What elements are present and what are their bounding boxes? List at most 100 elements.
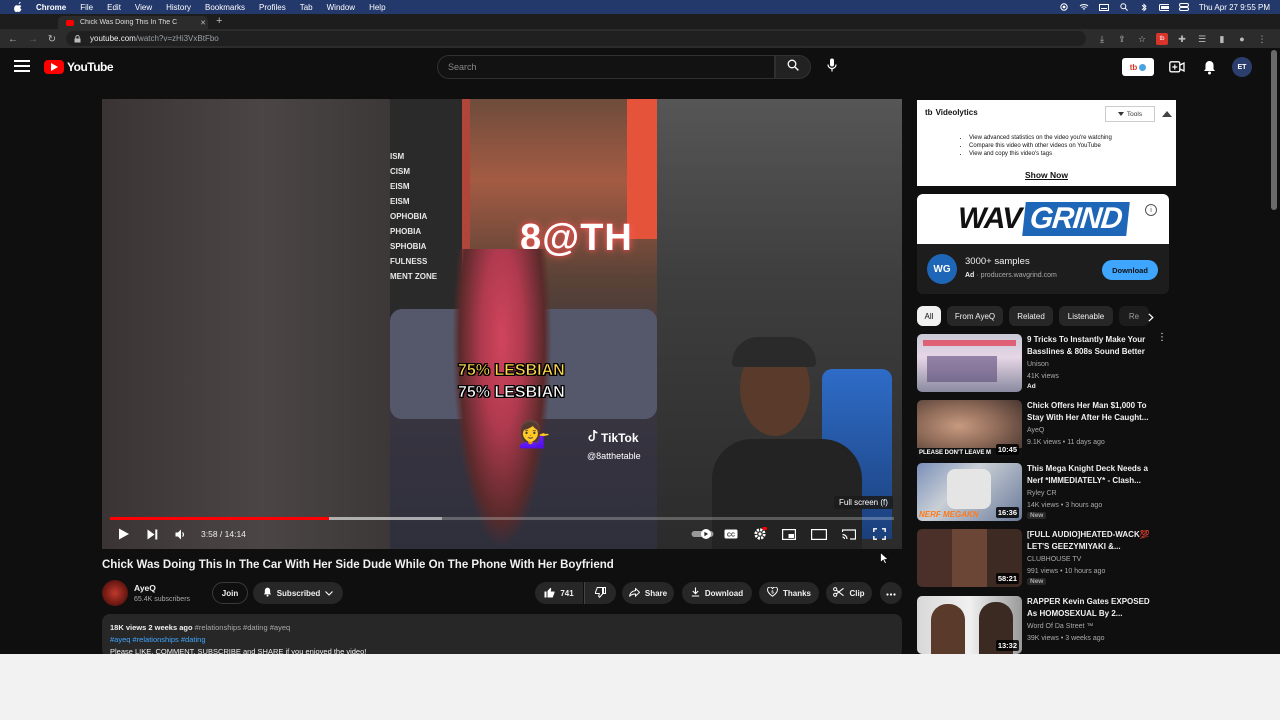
chip-related[interactable]: Related	[1009, 306, 1053, 326]
description-hashtags[interactable]: #ayeq #relationships #dating	[110, 634, 894, 646]
cast-button[interactable]	[840, 525, 858, 543]
autoplay-toggle[interactable]	[690, 525, 716, 543]
channel-name[interactable]: AyeQ	[134, 583, 156, 593]
apple-icon[interactable]	[12, 1, 24, 13]
more-vert-icon[interactable]: ⋮	[1157, 333, 1167, 343]
page-scrollbar[interactable]	[1271, 50, 1277, 210]
chip-from-ayeq[interactable]: From AyeQ	[947, 306, 1003, 326]
next-video-button[interactable]	[143, 525, 161, 543]
create-video-icon[interactable]	[1168, 58, 1186, 76]
browser-tab[interactable]: Chick Was Doing This In The C ✕	[58, 16, 208, 29]
chips-next-chevron-icon[interactable]	[1144, 310, 1158, 324]
address-bar[interactable]: youtube.com /watch?v=zHi3VxBtFbo	[66, 31, 1086, 46]
settings-gear-icon[interactable]	[751, 525, 769, 543]
recommendation-thumbnail[interactable]: PLEASE DON'T LEAVE M 10:45	[917, 400, 1022, 458]
account-avatar[interactable]: ET	[1232, 57, 1252, 77]
recommendation-title[interactable]: This Mega Knight Deck Needs a Nerf *IMME…	[1027, 463, 1159, 487]
recommendation-channel[interactable]: Unison	[1027, 361, 1049, 368]
back-icon[interactable]: ←	[6, 32, 20, 46]
menu-view[interactable]: View	[135, 3, 152, 12]
wifi-icon[interactable]	[1079, 3, 1089, 11]
recommendation-item[interactable]: NERF MEGAKN 16:36 This Mega Knight Deck …	[917, 463, 1169, 521]
ad-download-button[interactable]: Download	[1102, 260, 1158, 280]
recommendation-item[interactable]: 9 Tricks To Instantly Make Your Bassline…	[917, 333, 1169, 392]
share-page-icon[interactable]: ⇪	[1116, 33, 1128, 45]
reload-icon[interactable]: ↻	[45, 32, 59, 46]
like-button[interactable]: 741	[535, 582, 583, 604]
install-app-icon[interactable]: ⤓	[1096, 33, 1108, 45]
bluetooth-icon[interactable]	[1139, 2, 1149, 12]
recommendation-title[interactable]: [FULL AUDIO]HEATED-WACK💯 LET'S GEEZYMIYA…	[1027, 529, 1159, 553]
record-icon[interactable]	[1059, 3, 1069, 11]
tubebuddy-button[interactable]: tb	[1122, 58, 1154, 76]
video-player[interactable]: ISM CISM EISM EISM OPHOBIA PHOBIA SPHOBI…	[102, 99, 902, 549]
side-panel-icon[interactable]: ▮	[1216, 33, 1228, 45]
theater-mode-button[interactable]	[810, 525, 828, 543]
channel-avatar[interactable]	[102, 580, 128, 606]
recommendation-item[interactable]: 13:32 RAPPER Kevin Gates EXPOSED As HOMO…	[917, 596, 1169, 654]
recommendation-item[interactable]: PLEASE DON'T LEAVE M 10:45 Chick Offers …	[917, 400, 1169, 458]
menu-file[interactable]: File	[80, 3, 93, 12]
profile-icon[interactable]: ●	[1236, 33, 1248, 45]
advertiser-logo[interactable]: WG	[927, 254, 957, 284]
guide-menu-icon[interactable]	[14, 59, 30, 73]
description-box[interactable]: 18K views 2 weeks ago #relationships #da…	[102, 614, 902, 654]
ad-banner[interactable]: WAV GRIND i	[917, 194, 1169, 244]
recommendation-thumbnail[interactable]: 58:21	[917, 529, 1022, 587]
more-actions-button[interactable]	[880, 582, 902, 604]
menu-edit[interactable]: Edit	[107, 3, 121, 12]
chip-all[interactable]: All	[917, 306, 941, 326]
bookmark-star-icon[interactable]: ☆	[1136, 33, 1148, 45]
miniplayer-button[interactable]	[780, 525, 798, 543]
notifications-bell-icon[interactable]	[1200, 58, 1218, 76]
recommendation-channel[interactable]: Ryley CR	[1027, 490, 1057, 497]
menu-app-name[interactable]: Chrome	[36, 3, 66, 12]
forward-icon[interactable]: →	[26, 32, 40, 46]
new-tab-icon[interactable]: +	[216, 15, 222, 27]
recommendation-thumbnail[interactable]: 13:32	[917, 596, 1022, 654]
play-button[interactable]	[114, 525, 132, 543]
chrome-menu-icon[interactable]: ⋮	[1256, 33, 1268, 45]
menu-profiles[interactable]: Profiles	[259, 3, 286, 12]
keyboard-icon[interactable]	[1098, 3, 1109, 11]
clip-button[interactable]: Clip	[826, 582, 872, 604]
fullscreen-button[interactable]	[870, 525, 888, 543]
volume-button[interactable]	[172, 525, 190, 543]
thanks-button[interactable]: $ Thanks	[759, 582, 819, 604]
menu-bookmarks[interactable]: Bookmarks	[205, 3, 245, 12]
collapse-panel-icon[interactable]	[1162, 111, 1172, 117]
share-button[interactable]: Share	[622, 582, 674, 604]
videolytics-tools-dropdown[interactable]: Tools	[1105, 106, 1155, 122]
subscribed-button[interactable]: Subscribed	[253, 582, 343, 604]
join-button[interactable]: Join	[212, 582, 248, 604]
recommendation-title[interactable]: Chick Offers Her Man $1,000 To Stay With…	[1027, 400, 1159, 424]
menu-history[interactable]: History	[166, 3, 191, 12]
recommendation-title[interactable]: 9 Tricks To Instantly Make Your Bassline…	[1027, 334, 1159, 358]
show-now-link[interactable]: Show Now	[917, 170, 1176, 180]
recommendation-item[interactable]: 58:21 [FULL AUDIO]HEATED-WACK💯 LET'S GEE…	[917, 529, 1169, 587]
extension-tb-icon[interactable]: tb	[1156, 33, 1168, 45]
close-tab-icon[interactable]: ✕	[198, 19, 208, 27]
reading-list-icon[interactable]: ☰	[1196, 33, 1208, 45]
extensions-puzzle-icon[interactable]: ✚	[1176, 33, 1188, 45]
youtube-logo[interactable]: YouTube	[44, 60, 114, 74]
sponsored-ad-card[interactable]: WAV GRIND i WG 3000+ samples Ad · produc…	[917, 194, 1169, 294]
recommendation-title[interactable]: RAPPER Kevin Gates EXPOSED As HOMOSEXUAL…	[1027, 596, 1159, 620]
battery-icon[interactable]	[1158, 3, 1169, 11]
menu-tab[interactable]: Tab	[300, 3, 313, 12]
menubar-clock[interactable]: Thu Apr 27 9:55 PM	[1199, 3, 1270, 12]
recommendation-channel[interactable]: CLUBHOUSE TV	[1027, 556, 1081, 563]
recommendation-thumbnail[interactable]: NERF MEGAKN 16:36	[917, 463, 1022, 521]
search-input[interactable]: Search	[437, 55, 775, 79]
spotlight-search-icon[interactable]	[1119, 3, 1129, 11]
recommendation-channel[interactable]: Word Of Da Street ™	[1027, 623, 1093, 630]
ad-info-icon[interactable]: i	[1145, 204, 1157, 216]
search-button[interactable]	[775, 55, 811, 79]
dislike-button[interactable]	[584, 582, 616, 604]
chip-listenable[interactable]: Listenable	[1059, 306, 1113, 326]
progress-bar[interactable]	[110, 517, 894, 520]
menu-help[interactable]: Help	[369, 3, 385, 12]
menu-window[interactable]: Window	[327, 3, 355, 12]
subtitles-button[interactable]: CC	[722, 525, 740, 543]
recommendation-channel[interactable]: AyeQ	[1027, 427, 1044, 434]
